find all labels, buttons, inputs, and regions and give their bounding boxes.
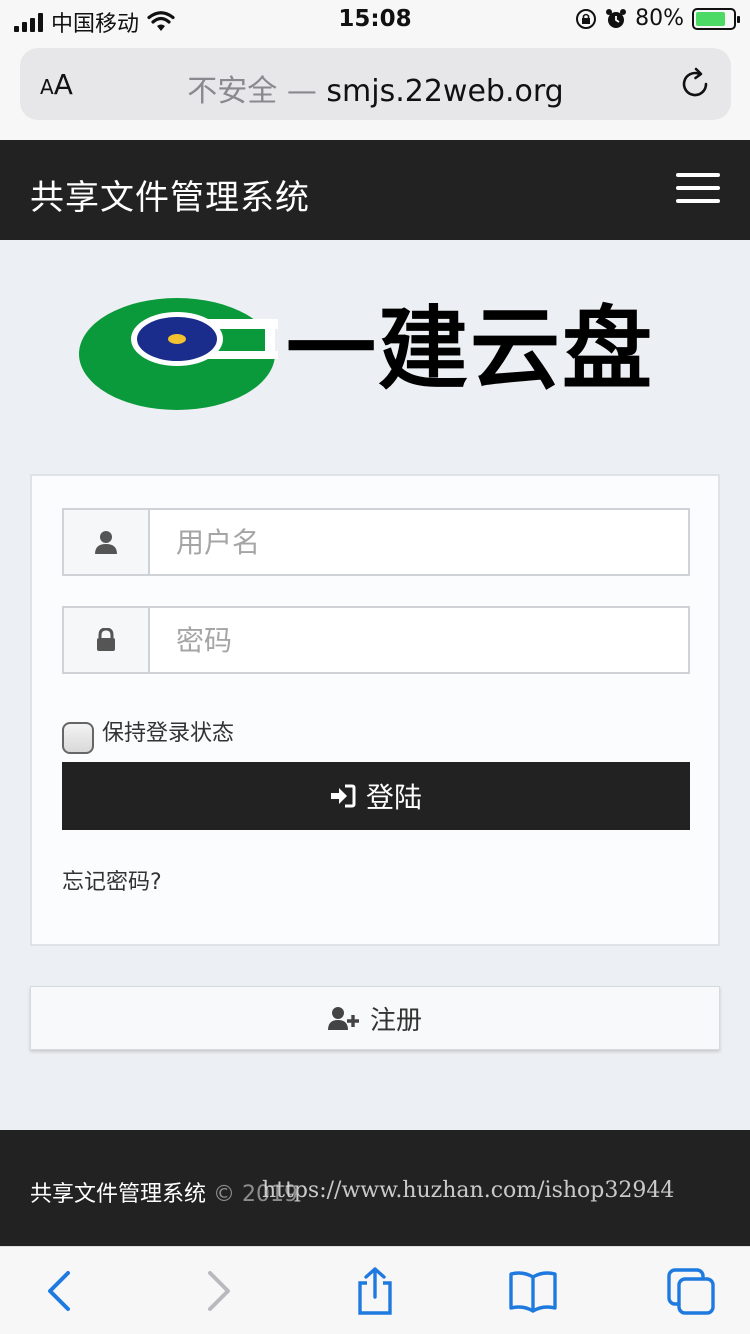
site-footer: 共享文件管理系统 © 2019 https://www.huzhan.com/i… xyxy=(0,1130,750,1246)
menu-toggle-button[interactable] xyxy=(676,173,720,205)
remember-label: 保持登录状态 xyxy=(102,721,235,746)
user-icon xyxy=(95,531,117,554)
password-input[interactable] xyxy=(152,608,688,672)
login-button[interactable]: 登陆 xyxy=(62,762,690,830)
url-display[interactable]: 不安全 — smjs.22web.org xyxy=(20,66,731,110)
tabs-icon[interactable] xyxy=(666,1267,716,1315)
site-navbar: 共享文件管理系统 xyxy=(0,140,750,240)
footer-title: 共享文件管理系统 xyxy=(30,1182,207,1207)
insecure-label: 不安全 — xyxy=(187,74,327,109)
lock-icon xyxy=(97,628,115,651)
bookmarks-icon[interactable] xyxy=(508,1267,558,1315)
forward-icon[interactable] xyxy=(192,1267,242,1315)
orientation-lock-icon xyxy=(576,8,597,29)
password-input-group xyxy=(62,606,690,674)
login-label: 登陆 xyxy=(365,781,422,814)
register-label: 注册 xyxy=(369,1005,422,1036)
alarm-icon xyxy=(606,8,627,28)
username-addon xyxy=(64,510,150,574)
url-domain: smjs.22web.org xyxy=(326,74,564,109)
menu-bar xyxy=(676,173,720,177)
remember-me[interactable]: 保持登录状态 xyxy=(62,708,234,754)
site-logo: 一建云盘 xyxy=(78,296,668,412)
status-right: 80% xyxy=(575,6,740,31)
browser-top-bar: AA 不安全 — smjs.22web.org xyxy=(0,40,750,140)
share-icon[interactable] xyxy=(350,1267,400,1315)
navbar-brand[interactable]: 共享文件管理系统 xyxy=(30,170,310,219)
footer-text: 共享文件管理系统 © 2019 xyxy=(30,1176,298,1208)
battery-percent: 80% xyxy=(635,6,684,31)
username-input-group xyxy=(62,508,690,576)
back-icon[interactable] xyxy=(36,1267,86,1315)
user-plus-icon xyxy=(327,1007,359,1030)
battery-icon xyxy=(692,7,740,30)
logo-text: 一建云盘 xyxy=(286,297,654,402)
browser-toolbar xyxy=(0,1246,750,1334)
forgot-password-link[interactable]: 忘记密码? xyxy=(62,864,162,896)
address-bar[interactable]: AA 不安全 — smjs.22web.org xyxy=(20,48,731,120)
disc-logo-icon xyxy=(79,298,278,410)
menu-bar xyxy=(676,186,720,190)
username-input[interactable] xyxy=(152,510,688,574)
password-addon xyxy=(64,608,150,672)
watermark-text: https://www.huzhan.com/ishop32944 xyxy=(262,1178,675,1203)
remember-checkbox[interactable] xyxy=(62,722,94,754)
reload-icon[interactable] xyxy=(677,66,713,102)
menu-bar xyxy=(676,199,720,203)
login-panel: 保持登录状态 登陆 忘记密码? xyxy=(30,474,720,946)
sign-in-icon xyxy=(330,784,356,808)
register-button[interactable]: 注册 xyxy=(30,986,720,1050)
status-bar: 中国移动 15:08 80% xyxy=(0,0,750,40)
